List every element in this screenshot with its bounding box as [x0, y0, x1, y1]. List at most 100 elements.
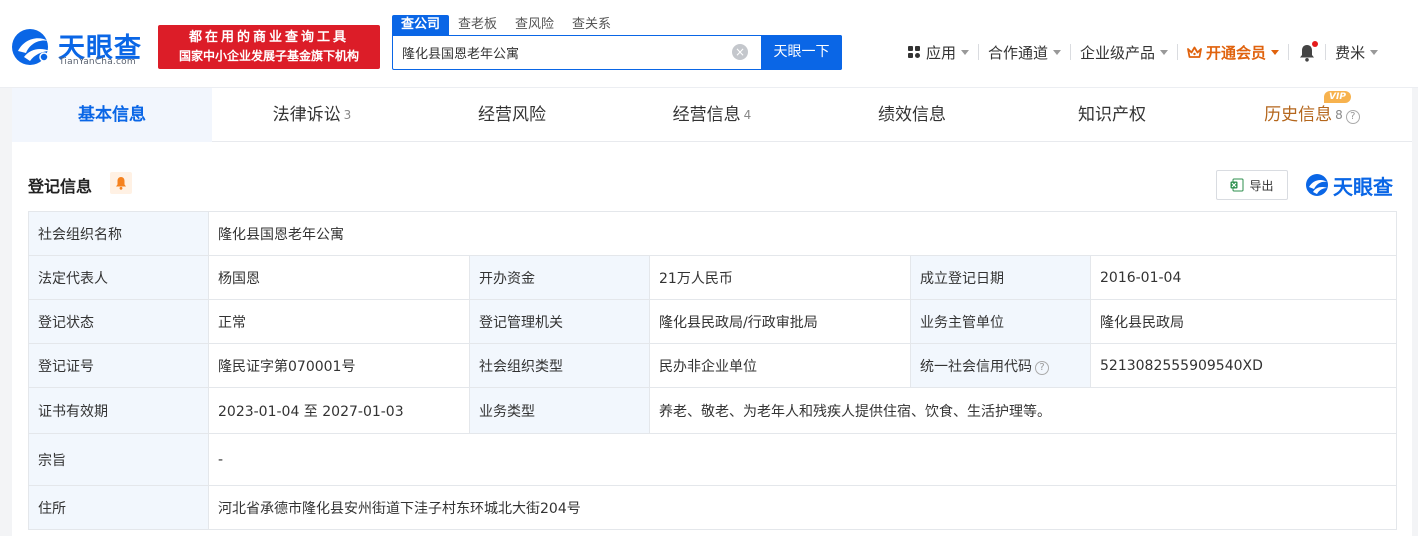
nav-user[interactable]: 费米 [1335, 40, 1379, 64]
table-row: 登记状态 正常 登记管理机关 隆化县民政局/行政审批局 业务主管单位 隆化县民政… [28, 299, 1397, 344]
supervisor-label: 业务主管单位 [910, 299, 1091, 344]
authority-label: 登记管理机关 [469, 299, 650, 344]
nav-divider [1070, 44, 1072, 60]
address-label: 住所 [28, 485, 209, 530]
logo-mark-icon [12, 29, 50, 65]
tab-history[interactable]: VIP 历史信息 8? [1212, 88, 1412, 142]
nav-app[interactable]: 应用 [908, 40, 970, 64]
tab-risk[interactable]: 经营风险 [412, 88, 612, 142]
tab-label: 绩效信息 [878, 105, 946, 125]
search-tab-company[interactable]: 查公司 [392, 15, 450, 35]
legal-rep-value[interactable]: 杨国恩 [208, 255, 470, 300]
nav-app-label: 应用 [926, 43, 957, 62]
table-row: 登记证号 隆民证字第070001号 社会组织类型 民办非企业单位 统一社会信用代… [28, 343, 1397, 388]
brand-watermark: 天眼查 [1305, 171, 1393, 199]
chevron-down-icon [961, 49, 970, 55]
status-value: 正常 [208, 299, 470, 344]
tab-operation[interactable]: 经营信息 4 [612, 88, 812, 142]
chevron-down-icon [1053, 49, 1062, 55]
table-row: 社会组织名称 隆化县国恩老年公寓 [28, 211, 1397, 256]
search-tab-relation[interactable]: 查关系 [563, 15, 620, 35]
notification-dot [1312, 41, 1319, 47]
nav-channel-label: 合作通道 [988, 43, 1049, 62]
slogan-line1: 都在用的商业查询工具 [188, 30, 349, 45]
legal-rep-label: 法定代表人 [28, 255, 209, 300]
nav-enterprise-label: 企业级产品 [1080, 43, 1156, 62]
clear-search-icon[interactable]: × [732, 44, 748, 60]
tab-performance[interactable]: 绩效信息 [812, 88, 1012, 142]
top-nav: 应用 合作通道 企业级产品 开通会员 费米 [908, 40, 1379, 64]
search-input[interactable] [393, 36, 728, 69]
tab-count: 8 [1335, 108, 1343, 122]
cert-no-label: 登记证号 [28, 343, 209, 388]
vip-badge: VIP [1324, 91, 1351, 103]
org-type-label: 社会组织类型 [469, 343, 650, 388]
nav-vip[interactable]: 开通会员 [1187, 40, 1280, 64]
purpose-label: 宗旨 [28, 433, 209, 486]
tab-count: 4 [743, 108, 752, 122]
company-card: 基本信息 法律诉讼 3 经营风险 经营信息 4 绩效信息 知识产权 VIP 历史信息… [12, 88, 1412, 536]
excel-icon [1230, 178, 1244, 192]
help-icon[interactable]: ? [1035, 360, 1049, 375]
nav-divider [1288, 44, 1290, 60]
credit-code-value: 5213082555909540XD [1090, 343, 1397, 388]
logo-mark-icon [1306, 174, 1328, 196]
notification-bell-icon [1298, 41, 1319, 62]
nav-vip-label: 开通会员 [1206, 43, 1267, 62]
org-name-value: 隆化县国恩老年公寓 [208, 211, 1397, 256]
slogan-line2: 国家中小企业发展子基金旗下机构 [178, 49, 359, 63]
monitor-bell-icon[interactable] [110, 172, 132, 194]
nav-divider [978, 44, 980, 60]
tab-ip[interactable]: 知识产权 [1012, 88, 1212, 142]
top-header: 天眼查 TianYanCha.com 都在用的商业查询工具 国家中小企业发展子基… [0, 0, 1418, 88]
search-type-tabs: 查公司 查老板 查风险 查关系 [392, 15, 620, 35]
table-row: 证书有效期 2023-01-04 至 2027-01-03 业务类型 养老、敬老… [28, 387, 1397, 434]
table-row: 宗旨 - [28, 433, 1397, 486]
brand-name: 天眼查 [1333, 174, 1393, 199]
search-tab-boss[interactable]: 查老板 [449, 15, 506, 35]
export-button[interactable]: 导出 [1216, 170, 1288, 200]
status-label: 登记状态 [28, 299, 209, 344]
section-title: 登记信息 [28, 177, 93, 196]
slogan-banner[interactable]: 都在用的商业查询工具 国家中小企业发展子基金旗下机构 [158, 25, 380, 69]
tab-label: 经营信息 [672, 105, 741, 125]
address-value: 河北省承德市隆化县安州街道下洼子村东环城北大街204号 [208, 485, 1397, 530]
tab-label: 经营风险 [478, 105, 546, 125]
biz-type-value: 养老、敬老、为老年人和残疾人提供住宿、饮食、生活护理等。 [649, 387, 1397, 434]
credit-code-cell: 统一社会信用代码? [910, 343, 1091, 388]
nav-user-label: 费米 [1335, 43, 1366, 62]
reg-date-value: 2016-01-04 [1090, 255, 1397, 300]
org-name-label: 社会组织名称 [28, 211, 209, 256]
export-label: 导出 [1249, 178, 1274, 193]
capital-value: 21万人民币 [649, 255, 911, 300]
crown-icon [1187, 46, 1202, 58]
cert-no-value: 隆民证字第070001号 [208, 343, 470, 388]
chevron-down-icon [1370, 49, 1379, 55]
help-icon[interactable]: ? [1345, 110, 1360, 124]
reg-date-label: 成立登记日期 [910, 255, 1091, 300]
tab-label: 法律诉讼 [272, 105, 341, 125]
tab-legal[interactable]: 法律诉讼 3 [212, 88, 412, 142]
org-type-value: 民办非企业单位 [649, 343, 911, 388]
purpose-value: - [208, 433, 1397, 486]
logo-domain: TianYanCha.com [59, 57, 136, 67]
search-button[interactable]: 天眼一下 [761, 35, 842, 70]
validity-value: 2023-01-04 至 2027-01-03 [208, 387, 470, 434]
nav-channel[interactable]: 合作通道 [988, 40, 1062, 64]
search-box: × 天眼一下 [392, 35, 842, 70]
capital-label: 开办资金 [469, 255, 650, 300]
nav-enterprise[interactable]: 企业级产品 [1080, 40, 1169, 64]
tab-basic-info[interactable]: 基本信息 [12, 88, 212, 142]
tab-label: 基本信息 [78, 105, 146, 125]
supervisor-value: 隆化县民政局 [1090, 299, 1397, 344]
search-tab-risk[interactable]: 查风险 [506, 15, 563, 35]
tab-label: 知识产权 [1078, 105, 1146, 125]
validity-label: 证书有效期 [28, 387, 209, 434]
nav-notifications[interactable] [1298, 40, 1319, 64]
biz-type-label: 业务类型 [469, 387, 650, 434]
tianyancha-logo[interactable]: 天眼查 TianYanCha.com [10, 27, 150, 69]
nav-divider [1325, 44, 1327, 60]
authority-value: 隆化县民政局/行政审批局 [649, 299, 911, 344]
registration-info-table: 社会组织名称 隆化县国恩老年公寓 法定代表人 杨国恩 开办资金 21万人民币 成… [28, 211, 1397, 530]
chevron-down-icon [1271, 49, 1280, 55]
